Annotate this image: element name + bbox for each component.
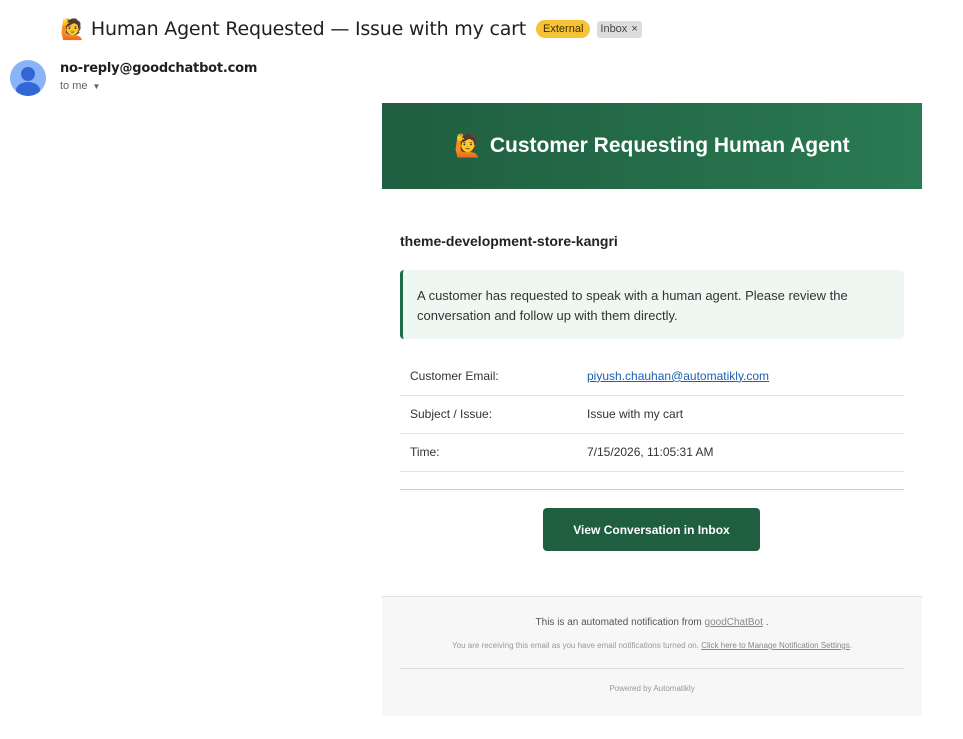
detail-label: Subject / Issue: bbox=[400, 395, 577, 434]
sender-email[interactable]: no-reply@goodchatbot.com bbox=[60, 61, 257, 76]
raising-hand-icon: 🙋 bbox=[454, 133, 482, 158]
recipient-details-toggle[interactable]: to me ▼ bbox=[60, 80, 100, 92]
banner-title: Customer Requesting Human Agent bbox=[489, 134, 850, 157]
divider bbox=[400, 489, 904, 490]
notification-settings-notice: You are receiving this email as you have… bbox=[382, 641, 922, 650]
powered-by: Powered by Automatikly bbox=[609, 684, 695, 693]
detail-label: Customer Email: bbox=[400, 357, 577, 396]
store-name: theme-development-store-kangri bbox=[400, 233, 618, 249]
notice-box: A customer has requested to speak with a… bbox=[400, 270, 904, 339]
email-body-card: 🙋 Customer Requesting Human Agent theme-… bbox=[382, 103, 922, 716]
table-row: Time: 7/15/2026, 11:05:31 AM bbox=[400, 433, 904, 472]
manage-notification-settings-link[interactable]: Click here to Manage Notification Settin… bbox=[701, 641, 850, 650]
inbox-label-badge[interactable]: Inbox × bbox=[597, 20, 642, 38]
punctuation: . bbox=[849, 641, 852, 650]
raising-hand-icon: 🙋 bbox=[60, 18, 85, 41]
view-conversation-button[interactable]: View Conversation in Inbox bbox=[543, 508, 760, 551]
email-banner: 🙋 Customer Requesting Human Agent bbox=[382, 103, 922, 189]
detail-value: 7/15/2026, 11:05:31 AM bbox=[577, 433, 904, 472]
table-row: Customer Email: piyush.chauhan@automatik… bbox=[400, 357, 904, 396]
external-label-badge: External bbox=[536, 20, 591, 38]
close-icon[interactable]: × bbox=[631, 23, 637, 36]
detail-value: piyush.chauhan@automatikly.com bbox=[577, 357, 904, 396]
detail-value: Issue with my cart bbox=[577, 395, 904, 434]
sender-avatar[interactable] bbox=[10, 60, 46, 96]
details-table: Customer Email: piyush.chauhan@automatik… bbox=[400, 357, 904, 472]
caret-down-icon: ▼ bbox=[92, 81, 101, 91]
divider bbox=[400, 668, 904, 669]
table-row: Subject / Issue: Issue with my cart bbox=[400, 395, 904, 434]
detail-label: Time: bbox=[400, 433, 577, 472]
email-footer: This is an automated notification from g… bbox=[382, 596, 922, 716]
recipient-label: to me bbox=[60, 80, 88, 92]
goodchatbot-link[interactable]: goodChatBot bbox=[705, 617, 763, 628]
person-avatar-icon bbox=[16, 67, 40, 96]
automated-notice: This is an automated notification from g… bbox=[382, 617, 922, 628]
email-subject-row: 🙋 Human Agent Requested — Issue with my … bbox=[60, 14, 642, 44]
email-subject: Human Agent Requested — Issue with my ca… bbox=[90, 18, 527, 40]
notification-reason-text: You are receiving this email as you have… bbox=[452, 641, 699, 650]
customer-email-link[interactable]: piyush.chauhan@automatikly.com bbox=[587, 369, 769, 383]
inbox-label-text: Inbox bbox=[600, 22, 628, 35]
automated-notice-text: This is an automated notification from bbox=[535, 617, 702, 628]
punctuation: . bbox=[765, 617, 769, 628]
